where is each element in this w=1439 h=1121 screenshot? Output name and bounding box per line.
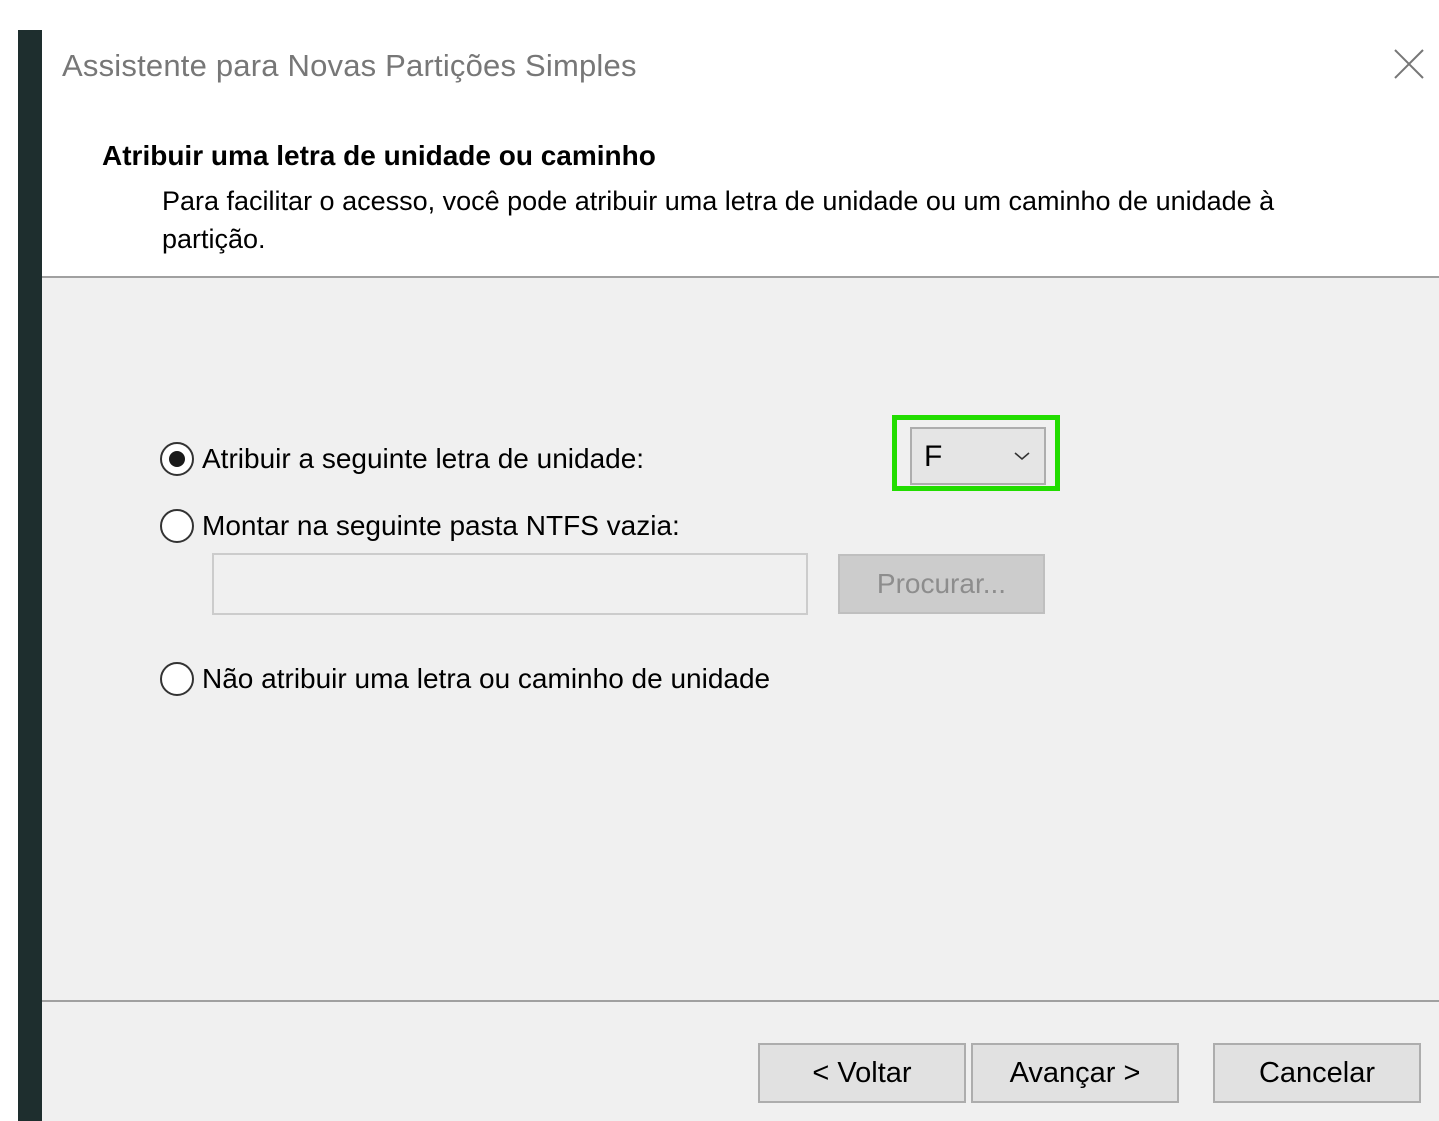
ntfs-folder-input[interactable] [212,553,808,615]
radio-button-unchecked[interactable] [160,509,194,543]
chevron-down-icon [1014,452,1030,461]
wizard-header: Atribuir uma letra de unidade ou caminho… [42,102,1439,276]
radio-mount-folder[interactable]: Montar na seguinte pasta NTFS vazia: [160,509,680,543]
drive-letter-value: F [924,440,943,473]
next-button[interactable]: Avançar > [971,1043,1179,1103]
radio-button-unchecked[interactable] [160,662,194,696]
radio-no-assign-label: Não atribuir uma letra ou caminho de uni… [202,663,771,694]
wizard-content: Atribuir a seguinte letra de unidade: F … [42,278,1439,1000]
back-button[interactable]: < Voltar [758,1043,966,1103]
page-description: Para facilitar o acesso, você pode atrib… [162,186,1275,254]
drive-letter-dropdown[interactable]: F [910,427,1046,485]
wizard-footer: < Voltar Avançar > Cancelar [42,1002,1439,1121]
radio-assign-letter-label: Atribuir a seguinte letra de unidade: [202,443,645,474]
radio-no-assign[interactable]: Não atribuir uma letra ou caminho de uni… [160,662,770,696]
radio-button-checked[interactable] [160,442,194,476]
title-bar: Assistente para Novas Partições Simples [42,30,1439,102]
browse-button[interactable]: Procurar... [838,554,1045,614]
close-icon[interactable] [1391,46,1427,82]
window-title: Assistente para Novas Partições Simples [62,48,637,83]
radio-assign-letter[interactable]: Atribuir a seguinte letra de unidade: [160,442,644,476]
window-left-edge [18,30,42,1121]
page-title: Atribuir uma letra de unidade ou caminho [102,140,656,171]
cancel-button[interactable]: Cancelar [1213,1043,1421,1103]
radio-mount-folder-label: Montar na seguinte pasta NTFS vazia: [202,510,680,541]
wizard-window: Assistente para Novas Partições Simples … [0,0,1439,1121]
